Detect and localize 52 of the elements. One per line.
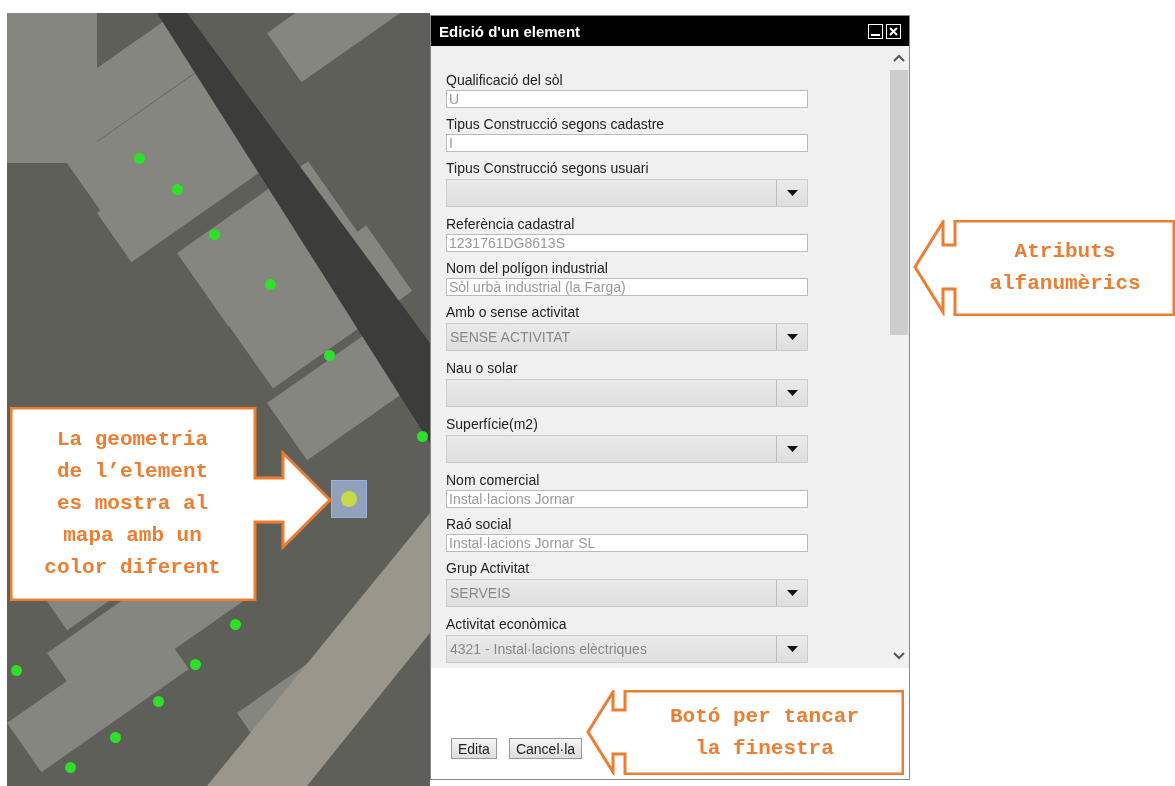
callout-text: Botó per tancar la finestra (669, 703, 860, 762)
chevron-down-icon[interactable] (893, 652, 905, 660)
text-field[interactable]: I (446, 134, 808, 152)
text-field[interactable]: Instal·lacions Jornar SL (446, 534, 808, 552)
dropdown-field[interactable]: 4321 - Instal·lacions elèctriques (446, 635, 808, 663)
field-label: Grup Activitat (446, 560, 531, 576)
text-field[interactable]: Sòl urbà industrial (la Farga) (446, 278, 808, 296)
caret-icon (786, 334, 798, 340)
point-marker[interactable] (172, 184, 183, 195)
point-marker[interactable] (209, 229, 220, 240)
dropdown-field[interactable]: SERVEIS (446, 579, 808, 607)
point-marker[interactable] (417, 431, 428, 442)
text-field[interactable]: U (446, 90, 808, 108)
caret-icon (786, 646, 798, 652)
point-marker[interactable] (134, 153, 145, 164)
field-label: Activitat econòmica (446, 616, 568, 632)
field-label: Qualificació del sòl (446, 72, 564, 88)
field-label: Referència cadastral (446, 216, 576, 232)
field-label: Raó social (446, 516, 513, 532)
dropdown-field[interactable]: SENSE ACTIVITAT (446, 323, 808, 351)
chevron-up-icon[interactable] (893, 54, 905, 62)
point-marker[interactable] (110, 732, 121, 743)
point-marker[interactable] (65, 762, 76, 773)
cancel-button[interactable]: Cancel·la (508, 738, 583, 759)
caret-icon (786, 190, 798, 196)
caret-icon (786, 446, 798, 452)
field-label: Nom comercial (446, 472, 541, 488)
point-marker[interactable] (230, 619, 241, 630)
point-marker[interactable] (11, 665, 22, 676)
minimize-icon[interactable] (868, 23, 883, 39)
caret-icon (786, 590, 798, 596)
text-field[interactable]: 1231761DG8613S (446, 234, 808, 252)
point-marker[interactable] (265, 279, 276, 290)
point-marker[interactable] (190, 659, 201, 670)
caret-icon (786, 390, 798, 396)
point-marker[interactable] (153, 696, 164, 707)
field-label: Superfície(m2) (446, 416, 539, 432)
field-label: Tipus Construcció segons usuari (446, 160, 650, 176)
edit-button[interactable]: Edita (451, 738, 497, 759)
field-label: Nom del polígon industrial (446, 260, 609, 276)
field-label: Nau o solar (446, 360, 519, 376)
dropdown-field[interactable] (446, 179, 808, 207)
close-icon[interactable] (886, 23, 901, 39)
callout-text: La geometria de l’element es mostra al mapa amb un color diferent (43, 427, 222, 581)
text-field[interactable]: Instal·lacions Jornar (446, 490, 808, 508)
dropdown-field[interactable] (446, 435, 808, 463)
callout-text: Atributs alfanumèrics (988, 239, 1142, 297)
field-label: Amb o sense activitat (446, 304, 581, 320)
window-title: Edició d'un element (439, 22, 582, 40)
point-marker[interactable] (324, 350, 335, 361)
field-label: Tipus Construcció segons cadastre (446, 116, 666, 132)
dropdown-field[interactable] (446, 379, 808, 407)
